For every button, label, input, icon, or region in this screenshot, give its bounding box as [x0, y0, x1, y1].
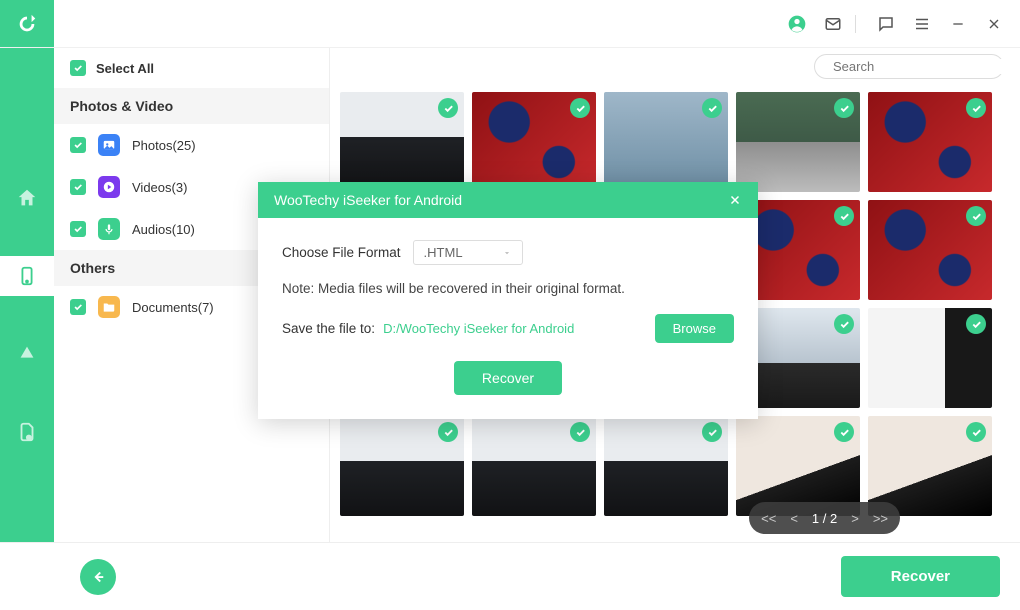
minimize-button[interactable] [944, 10, 972, 38]
checkmark-badge [966, 206, 986, 226]
pager-next[interactable]: > [851, 511, 859, 526]
modal-note: Note: Media files will be recovered in t… [282, 281, 734, 296]
section-head-media: Photos & Video [54, 88, 329, 124]
thumbnail[interactable] [604, 416, 728, 516]
account-icon[interactable] [783, 10, 811, 38]
checkmark-badge [834, 314, 854, 334]
pager-last[interactable]: >> [873, 511, 888, 526]
checkmark-badge [966, 98, 986, 118]
nav-rail: ! [0, 48, 54, 542]
checkmark-badge [834, 206, 854, 226]
select-all-label: Select All [96, 61, 154, 76]
nav-recover-file[interactable]: ! [0, 412, 54, 452]
thumbnail[interactable] [472, 92, 596, 192]
svg-text:!: ! [28, 435, 29, 440]
checkmark-badge [702, 98, 722, 118]
checkmark-badge [966, 314, 986, 334]
checkmark-badge [438, 422, 458, 442]
thumbnail[interactable] [736, 92, 860, 192]
video-icon [98, 176, 120, 198]
checkmark-badge [570, 422, 590, 442]
checkbox-icon [70, 137, 86, 153]
modal-close-button[interactable] [728, 193, 742, 207]
recover-modal: WooTechy iSeeker for Android Choose File… [258, 182, 758, 419]
thumbnail[interactable] [868, 92, 992, 192]
thumbnail[interactable] [736, 416, 860, 516]
thumbnail[interactable] [604, 92, 728, 192]
divider [855, 15, 856, 33]
checkmark-badge [570, 98, 590, 118]
feedback-icon[interactable] [872, 10, 900, 38]
checkbox-icon [70, 299, 86, 315]
checkmark-badge [966, 422, 986, 442]
browse-button[interactable]: Browse [655, 314, 734, 343]
thumbnail[interactable] [868, 200, 992, 300]
checkmark-badge [834, 422, 854, 442]
checkbox-icon [70, 179, 86, 195]
checkbox-icon [70, 221, 86, 237]
thumbnail[interactable] [868, 308, 992, 408]
category-label: Documents(7) [132, 300, 214, 315]
checkbox-icon [70, 60, 86, 76]
search-input[interactable] [833, 59, 1009, 74]
footer-bar: Recover [0, 542, 1020, 610]
pager-first[interactable]: << [761, 511, 776, 526]
search-input-wrap[interactable] [814, 54, 1004, 79]
modal-body: Choose File Format .HTML Note: Media fil… [258, 218, 758, 419]
category-label: Videos(3) [132, 180, 187, 195]
chevron-down-icon [502, 248, 512, 258]
photo-icon [98, 134, 120, 156]
nav-phone[interactable] [0, 256, 54, 296]
mail-icon[interactable] [819, 10, 847, 38]
checkmark-badge [702, 422, 722, 442]
brand-logo [0, 0, 54, 47]
titlebar [0, 0, 1020, 48]
save-path: D:/WooTechy iSeeker for Android [383, 321, 647, 336]
back-button[interactable] [80, 559, 116, 595]
modal-recover-button[interactable]: Recover [454, 361, 562, 395]
audio-icon [98, 218, 120, 240]
category-label: Photos(25) [132, 138, 196, 153]
category-label: Audios(10) [132, 222, 195, 237]
checkmark-badge [438, 98, 458, 118]
select-all-row[interactable]: Select All [54, 48, 329, 88]
thumbnail[interactable] [340, 92, 464, 192]
category-item[interactable]: Photos(25) [54, 124, 329, 166]
close-button[interactable] [980, 10, 1008, 38]
folder-icon [98, 296, 120, 318]
modal-title: WooTechy iSeeker for Android [274, 192, 462, 208]
format-select[interactable]: .HTML [413, 240, 523, 265]
thumbnail[interactable] [340, 416, 464, 516]
thumbnail[interactable] [472, 416, 596, 516]
pager-prev[interactable]: < [790, 511, 798, 526]
menu-icon[interactable] [908, 10, 936, 38]
nav-cloud[interactable] [0, 334, 54, 374]
recover-button[interactable]: Recover [841, 556, 1000, 597]
nav-home[interactable] [0, 178, 54, 218]
pager: << < 1 / 2 > >> [749, 502, 900, 534]
checkmark-badge [834, 98, 854, 118]
save-to-label: Save the file to: [282, 321, 375, 336]
choose-format-label: Choose File Format [282, 245, 401, 260]
format-value: .HTML [424, 245, 463, 260]
modal-header: WooTechy iSeeker for Android [258, 182, 758, 218]
pager-status: 1 / 2 [812, 511, 837, 526]
thumbnail[interactable] [868, 416, 992, 516]
